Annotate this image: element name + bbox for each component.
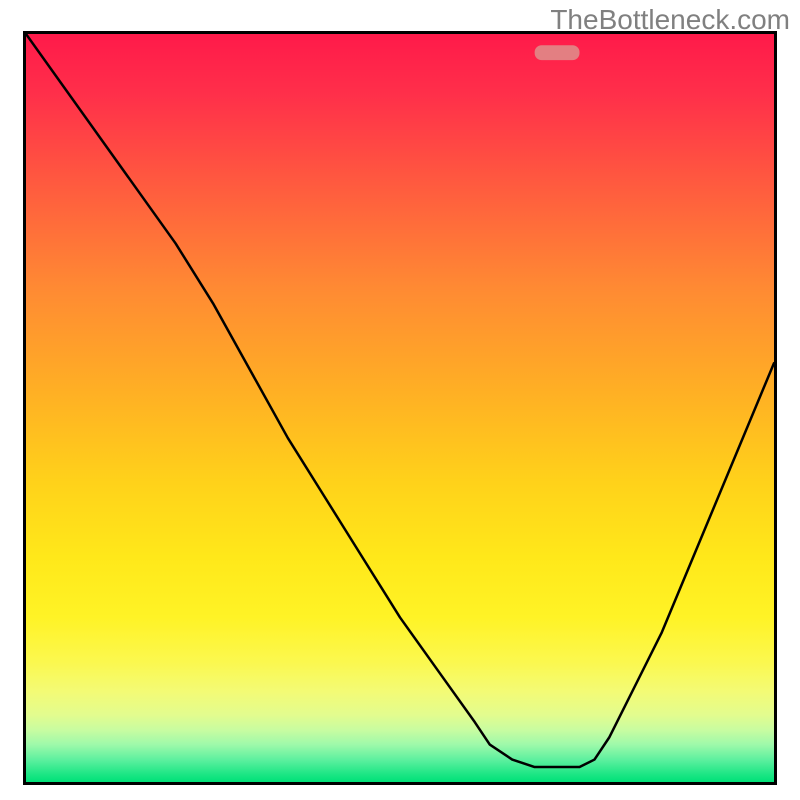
watermark-text: TheBottleneck.com <box>550 4 790 36</box>
chart-container: TheBottleneck.com <box>0 0 800 800</box>
plot-frame <box>23 31 777 785</box>
curve-layer <box>26 34 774 782</box>
bottleneck-curve <box>26 34 774 767</box>
optimal-marker <box>535 45 580 60</box>
